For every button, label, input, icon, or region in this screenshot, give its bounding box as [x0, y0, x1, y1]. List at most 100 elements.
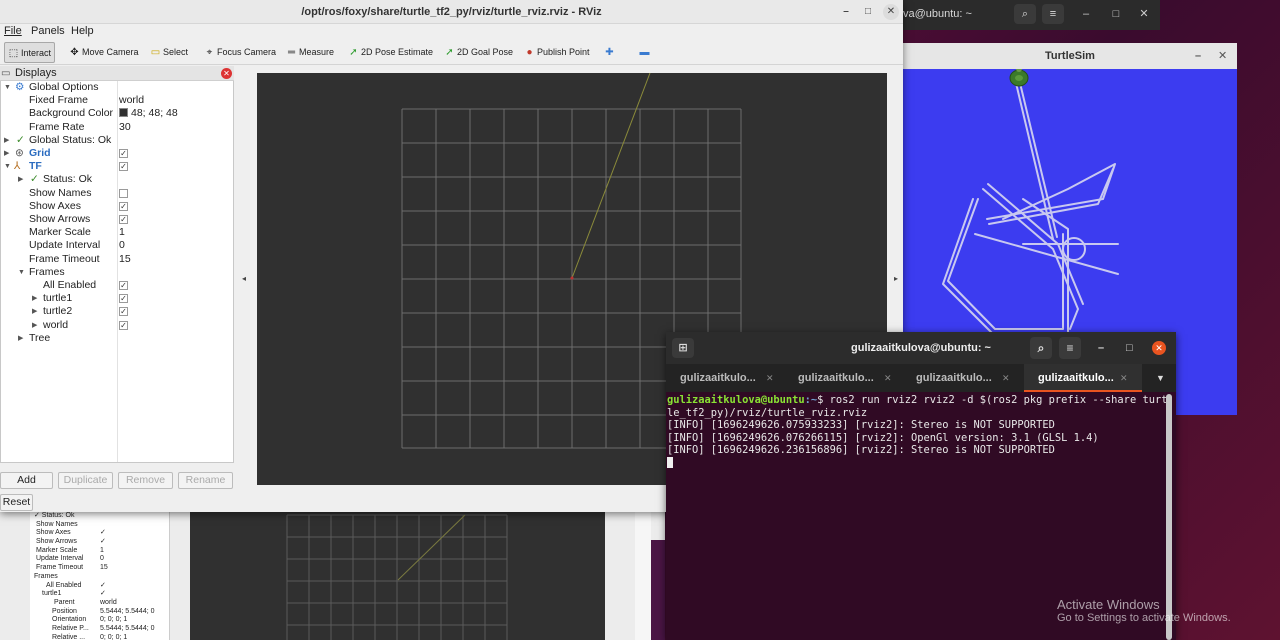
tree-update-interval[interactable]: Update Interval 0: [1, 239, 233, 252]
show-arrows-checkbox[interactable]: ✓: [119, 215, 128, 224]
update-interval-value[interactable]: 0: [119, 239, 125, 252]
expand-arrow-icon[interactable]: ▼: [18, 266, 25, 279]
tool-pose-estimate[interactable]: ➚ 2D Pose Estimate: [345, 42, 436, 63]
menu-panels[interactable]: Panels: [31, 24, 65, 39]
select-icon: ▭: [150, 47, 161, 58]
turtle1-checkbox[interactable]: ✓: [119, 294, 128, 304]
close-icon[interactable]: ✕: [883, 4, 899, 20]
left-collapse-strip[interactable]: ◂: [234, 66, 256, 512]
duplicate-button[interactable]: Duplicate: [58, 472, 113, 489]
fixed-frame-value[interactable]: world: [119, 94, 144, 107]
show-axes-checkbox[interactable]: ✓: [119, 201, 128, 211]
tree-global-options[interactable]: ▼ ⚙ Global Options: [1, 81, 233, 94]
remove-button[interactable]: Remove: [118, 472, 173, 489]
tree-show-axes[interactable]: Show Axes ✓: [1, 200, 233, 213]
terminal-tab-active[interactable]: gulizaaitkulo... ✕: [1024, 364, 1142, 392]
close-icon[interactable]: ✕: [1152, 341, 1166, 355]
hamburger-menu-icon[interactable]: ≡: [1042, 4, 1064, 24]
background-tree-row: Parent world: [30, 599, 169, 608]
close-icon[interactable]: ✕: [1137, 4, 1151, 24]
new-tab-icon[interactable]: ⊞: [672, 338, 694, 358]
tool-plus[interactable]: ✚: [601, 42, 620, 63]
tree-grid[interactable]: ▶ ⊛ Grid ✓: [1, 147, 233, 160]
expand-arrow-icon[interactable]: ▼: [4, 160, 11, 173]
command-text-wrap: le_tf2_py)/rviz/turtle_rviz.rviz: [667, 406, 868, 419]
grid-checkbox[interactable]: ✓: [119, 149, 128, 158]
tree-frame-timeout[interactable]: Frame Timeout 15: [1, 253, 233, 266]
world-checkbox[interactable]: ✓: [119, 320, 128, 330]
terminal-tab[interactable]: gulizaaitkulo... ✕: [784, 364, 902, 392]
minimize-icon[interactable]: –: [1079, 4, 1093, 24]
tree-frame-rate[interactable]: Frame Rate 30: [1, 121, 233, 134]
background-tree-row: Position 5.5444; 5.5444; 0: [30, 608, 169, 617]
minimize-icon[interactable]: –: [838, 4, 854, 20]
tool-interact[interactable]: ⬚ Interact: [4, 42, 56, 63]
collapse-arrow-icon[interactable]: ▶: [32, 292, 37, 305]
close-panel-icon[interactable]: ✕: [221, 68, 232, 79]
reset-button[interactable]: Reset: [0, 494, 33, 511]
tool-bar: ⬚ Interact ✥ Move Camera ▭ Select ⌖ Focus Camer…: [0, 40, 903, 65]
expand-arrow-icon[interactable]: ▼: [4, 81, 11, 94]
tool-measure[interactable]: ═ Measure: [283, 42, 337, 63]
maximize-icon[interactable]: □: [860, 4, 876, 20]
tabs-dropdown-icon[interactable]: ▼: [1156, 364, 1165, 392]
tree-tf-status[interactable]: ▶ ✓ Status: Ok: [1, 173, 233, 186]
tree-turtle2[interactable]: ▶ turtle2 ✓: [1, 305, 233, 318]
menu-file[interactable]: File: [4, 24, 22, 39]
collapse-arrow-icon[interactable]: ▶: [32, 305, 37, 318]
search-icon[interactable]: ⌕: [1014, 4, 1036, 24]
tree-show-names[interactable]: Show Names: [1, 187, 233, 200]
check-icon: ✓: [30, 173, 39, 186]
hamburger-menu-icon[interactable]: ≡: [1059, 337, 1081, 359]
collapse-arrow-icon[interactable]: ▶: [18, 173, 23, 186]
show-names-checkbox[interactable]: [119, 188, 128, 198]
search-icon[interactable]: ⌕: [1030, 337, 1052, 359]
tree-show-arrows[interactable]: Show Arrows ✓: [1, 213, 233, 226]
tool-select[interactable]: ▭ Select: [147, 42, 191, 63]
minimize-icon[interactable]: –: [1098, 332, 1104, 364]
tree-tf[interactable]: ▼ ⅄ TF ✓: [1, 160, 233, 173]
background-color-value[interactable]: 48; 48; 48: [119, 107, 178, 120]
tree-tree[interactable]: ▶ Tree: [1, 332, 233, 345]
marker-scale-value[interactable]: 1: [119, 226, 125, 239]
tree-turtle1[interactable]: ▶ turtle1 ✓: [1, 292, 233, 305]
collapse-left-icon[interactable]: ◂: [242, 274, 246, 283]
tree-world[interactable]: ▶ world ✓: [1, 319, 233, 332]
frame-timeout-value[interactable]: 15: [119, 253, 131, 266]
tool-label: 2D Goal Pose: [457, 47, 514, 57]
rename-button[interactable]: Rename: [178, 472, 233, 489]
tool-goal-pose[interactable]: ➚ 2D Goal Pose: [441, 42, 516, 63]
tool-move-camera[interactable]: ✥ Move Camera: [66, 42, 142, 63]
background-color-label: Background Color: [29, 107, 114, 120]
close-tab-icon[interactable]: ✕: [884, 364, 892, 392]
menu-help[interactable]: Help: [71, 24, 94, 39]
minimize-icon[interactable]: –: [1195, 43, 1201, 69]
close-tab-icon[interactable]: ✕: [1002, 364, 1010, 392]
collapse-right-icon[interactable]: ▸: [894, 274, 898, 283]
close-tab-icon[interactable]: ✕: [1120, 364, 1128, 392]
turtle2-checkbox[interactable]: ✓: [119, 307, 128, 317]
tree-marker-scale[interactable]: Marker Scale 1: [1, 226, 233, 239]
tool-focus-camera[interactable]: ⌖ Focus Camera: [201, 42, 279, 63]
close-tab-icon[interactable]: ✕: [766, 364, 774, 392]
collapse-arrow-icon[interactable]: ▶: [4, 147, 9, 160]
tree-global-status[interactable]: ▶ ✓ Global Status: Ok: [1, 134, 233, 147]
tree-background-color[interactable]: Background Color 48; 48; 48: [1, 107, 233, 120]
close-icon[interactable]: ✕: [1218, 43, 1227, 69]
maximize-icon[interactable]: □: [1126, 332, 1133, 364]
tree-all-enabled[interactable]: All Enabled ✓: [1, 279, 233, 292]
frame-rate-value[interactable]: 30: [119, 121, 131, 134]
terminal-tab[interactable]: gulizaaitkulo... ✕: [902, 364, 1020, 392]
tool-publish-point[interactable]: ● Publish Point: [521, 42, 593, 63]
all-enabled-checkbox[interactable]: ✓: [119, 281, 128, 290]
tf-checkbox[interactable]: ✓: [119, 162, 128, 172]
collapse-arrow-icon[interactable]: ▶: [32, 319, 37, 332]
terminal-tab[interactable]: gulizaaitkulo... ✕: [666, 364, 784, 392]
tree-fixed-frame[interactable]: Fixed Frame world: [1, 94, 233, 107]
collapse-arrow-icon[interactable]: ▶: [18, 332, 23, 345]
collapse-arrow-icon[interactable]: ▶: [4, 134, 9, 147]
add-button[interactable]: Add: [0, 472, 53, 489]
maximize-icon[interactable]: □: [1109, 4, 1123, 24]
tree-frames[interactable]: ▼ Frames: [1, 266, 233, 279]
tool-minus[interactable]: ▬: [636, 42, 655, 63]
